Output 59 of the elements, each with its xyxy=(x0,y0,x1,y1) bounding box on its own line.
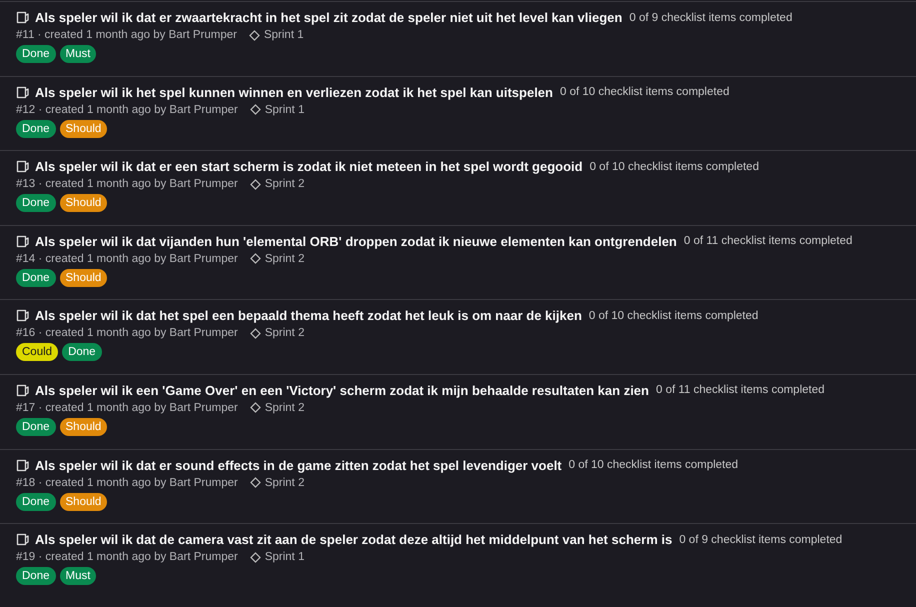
checklist-status: 0 of 9 checklist items completed xyxy=(629,12,792,24)
milestone-icon xyxy=(250,104,261,116)
milestone-link[interactable]: Sprint 2 xyxy=(264,476,304,489)
issue-icon xyxy=(16,86,29,99)
checklist-status: 0 of 10 checklist items completed xyxy=(568,459,738,472)
milestone-link[interactable]: Sprint 2 xyxy=(264,252,304,265)
milestone-icon xyxy=(250,552,261,563)
issue-meta: #17 · created 1 month ago by Bart Prumper xyxy=(16,402,238,414)
label-tag[interactable]: Done xyxy=(16,45,56,63)
label-tag[interactable]: Could xyxy=(16,343,58,362)
issue-meta: #11 · created 1 month ago by Bart Prumper xyxy=(16,29,237,41)
milestone-link[interactable]: Sprint 2 xyxy=(264,178,304,190)
label-tag[interactable]: Done xyxy=(16,194,56,212)
checklist-status: 0 of 10 checklist items completed xyxy=(560,86,730,98)
checklist-status: 0 of 11 checklist items completed xyxy=(684,235,852,248)
issue-title-link[interactable]: Als speler wil ik dat vijanden hun 'elemental ORB' droppen zodat ik nieuwe elementen kan ontgrendelen xyxy=(35,234,677,249)
label-tag[interactable]: Done xyxy=(16,418,56,436)
issue-icon xyxy=(16,234,29,248)
issue-title-link[interactable]: Als speler wil ik dat er zwaartekracht in het spel zit zodat de speler niet uit het level kan vliegen xyxy=(35,10,622,25)
checklist-status: 0 of 10 checklist items completed xyxy=(588,310,758,322)
issue-meta: #19 · created 1 month ago by Bart Prumper xyxy=(16,551,238,564)
label-tag[interactable]: Done xyxy=(62,343,102,362)
issue-icon xyxy=(16,309,29,322)
issue-icon xyxy=(16,384,29,397)
checklist-status: 0 of 11 checklist items completed xyxy=(656,384,825,396)
milestone-icon xyxy=(250,477,261,488)
issue-title-link[interactable]: Als speler wil ik het spel kunnen winnen en verliezen zodat ik het spel kan uitspelen xyxy=(35,84,553,100)
issue-title-link[interactable]: Als speler wil ik dat er sound effects in de game zitten zodat het spel levendiger voelt xyxy=(35,458,562,473)
issue-meta: #14 · created 1 month ago by Bart Prumper xyxy=(16,252,238,265)
label-tag[interactable]: Done xyxy=(16,492,56,511)
issue-meta: #12 · created 1 month ago by Bart Prumper xyxy=(16,104,238,116)
issue-meta: #16 · created 1 month ago by Bart Prumper xyxy=(16,327,238,340)
milestone-link[interactable]: Sprint 1 xyxy=(264,29,304,41)
milestone-link[interactable]: Sprint 1 xyxy=(264,551,304,564)
milestone-link[interactable]: Sprint 1 xyxy=(264,104,304,116)
issue-icon xyxy=(16,458,29,472)
checklist-status: 0 of 10 checklist items completed xyxy=(590,160,759,173)
issue-meta: #18 · created 1 month ago by Bart Prumper xyxy=(16,476,238,489)
label-tag[interactable]: Done xyxy=(16,120,56,138)
checklist-status: 0 of 9 checklist items completed xyxy=(679,534,842,546)
label-tag[interactable]: Done xyxy=(16,268,56,287)
milestone-icon xyxy=(250,402,261,414)
milestone-link[interactable]: Sprint 2 xyxy=(264,402,304,414)
milestone-link[interactable]: Sprint 2 xyxy=(264,327,304,340)
label-tag[interactable]: Must xyxy=(60,567,96,586)
milestone-icon xyxy=(250,253,261,264)
milestone-icon xyxy=(248,30,260,40)
milestone-icon xyxy=(250,328,261,339)
label-tag[interactable]: Must xyxy=(60,45,96,63)
issue-title-link[interactable]: Als speler wil ik dat het spel een bepaald thema heeft zodat het leuk is om naar de kijken xyxy=(35,308,582,324)
issue-icon xyxy=(16,11,29,24)
issue-title-link[interactable]: Als speler wil ik een 'Game Over' en een 'Victory' scherm zodat ik mijn behaalde resultaten kan zien xyxy=(35,382,649,398)
issue-icon xyxy=(16,533,29,546)
issue-title-link[interactable]: Als speler wil ik dat er een start scherm is zodat ik niet meteen in het spel wordt gegooid xyxy=(35,159,583,174)
label-tag[interactable]: Done xyxy=(16,567,56,586)
issue-meta: #13 · created 1 month ago by Bart Prumper xyxy=(16,178,238,190)
milestone-icon xyxy=(250,178,261,190)
issue-icon xyxy=(16,160,29,174)
issue-title-link[interactable]: Als speler wil ik dat de camera vast zit aan de speler zodat deze altijd het middelpunt van het scherm is xyxy=(35,532,672,548)
